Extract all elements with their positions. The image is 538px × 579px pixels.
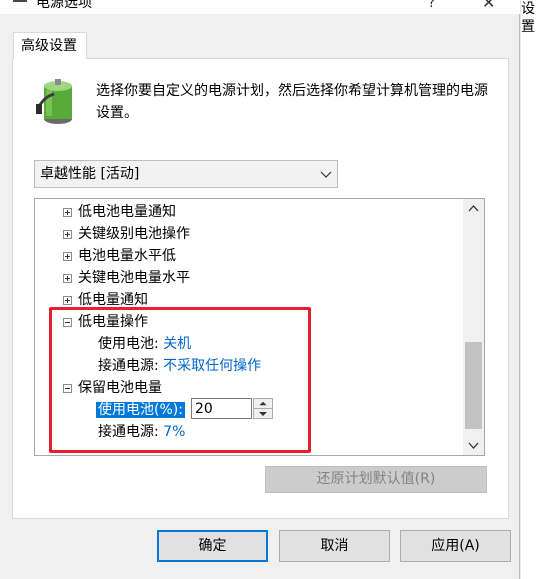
tree-item-label: 关键级别电池操作 [78, 226, 190, 242]
scroll-down-icon[interactable] [463, 435, 484, 455]
collapse-icon[interactable] [63, 384, 72, 393]
setting-value-link[interactable]: 7% [163, 424, 185, 440]
collapse-icon[interactable] [63, 318, 72, 327]
scroll-up-icon[interactable] [463, 199, 484, 219]
help-button[interactable]: ? [428, 0, 435, 12]
setting-label-selected: 使用电池(%): [96, 402, 185, 418]
setting-row-on-battery-percent[interactable]: 使用电池(%): [96, 399, 185, 421]
cancel-button[interactable]: 取消 [279, 530, 390, 562]
setting-row-on-battery[interactable]: 使用电池: 关机 [98, 333, 191, 355]
tab-label: 高级设置 [21, 38, 77, 54]
setting-row-plugged-in[interactable]: 接通电源: 7% [98, 421, 185, 443]
ok-button[interactable]: 确定 [157, 530, 268, 562]
expand-icon[interactable] [63, 252, 72, 261]
power-options-dialog: 电源选项 ? ✕ 高级设置 选择你要自定义的电源计划，然后选择你希望计算机管理的… [0, 0, 520, 579]
spin-up-icon[interactable] [254, 399, 272, 409]
spin-down-icon[interactable] [254, 409, 272, 419]
tree-item-label: 低电池电量通知 [78, 204, 176, 220]
window-title: 电源选项 [36, 0, 92, 11]
tree-item-label: 电池电量水平低 [78, 248, 176, 264]
setting-label: 接通电源: [98, 358, 159, 374]
setting-label: 接通电源: [98, 424, 159, 440]
setting-label: 使用电池: [98, 336, 159, 352]
setting-value-link[interactable]: 不采取任何操作 [163, 358, 261, 374]
setting-value-link[interactable]: 关机 [163, 336, 191, 352]
battery-plug-icon [36, 79, 72, 124]
tree-item-label: 低电量通知 [78, 292, 148, 308]
power-plan-value: 卓越性能 [活动] [40, 166, 140, 182]
chevron-down-icon [320, 171, 332, 178]
power-options-icon [13, 0, 27, 2]
scroll-thumb[interactable] [465, 342, 482, 429]
description-text: 选择你要自定义的电源计划，然后选择你希望计算机管理的电源设置。 [96, 83, 488, 121]
tree-item-label: 保留电池电量 [78, 380, 162, 396]
title-bar: 电源选项 ? ✕ [0, 0, 520, 14]
apply-button[interactable]: 应用(A) [400, 530, 511, 562]
restore-defaults-button[interactable]: 还原计划默认值(R) [265, 466, 487, 493]
background-window [520, 0, 538, 579]
expand-icon[interactable] [63, 296, 72, 305]
tree-scrollbar[interactable] [463, 199, 484, 455]
tree-item-label: 低电量操作 [78, 314, 148, 330]
input-value: 20 [195, 401, 213, 417]
close-button[interactable]: ✕ [482, 0, 495, 12]
tree-item-label: 关键电池电量水平 [78, 270, 190, 286]
expand-icon[interactable] [63, 274, 72, 283]
power-plan-select[interactable]: 卓越性能 [活动] [34, 160, 338, 188]
background-window-text: 设置 [521, 1, 535, 35]
expand-icon[interactable] [63, 208, 72, 217]
setting-row-plugged-in[interactable]: 接通电源: 不采取任何操作 [98, 355, 261, 377]
expand-icon[interactable] [63, 230, 72, 239]
tab-advanced-settings[interactable]: 高级设置 [13, 32, 87, 59]
percent-spinner[interactable] [253, 398, 273, 419]
reserve-battery-percent-input[interactable]: 20 [191, 398, 252, 419]
